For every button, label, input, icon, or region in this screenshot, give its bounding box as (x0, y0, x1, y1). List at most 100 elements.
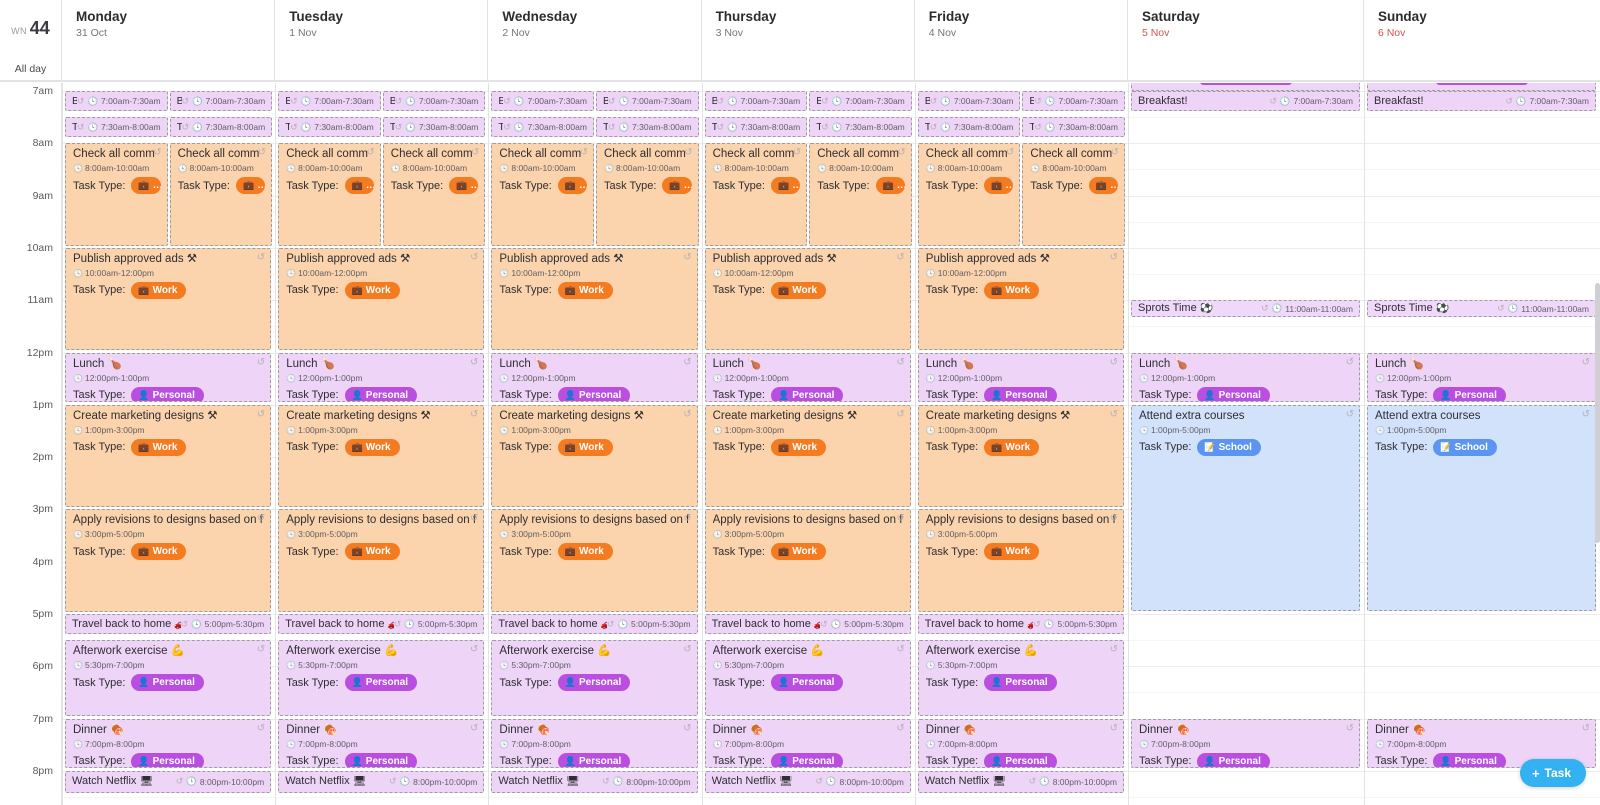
calendar-event[interactable]: ↺Publish approved ads ⚒🕓10:00am-12:00pmT… (705, 248, 911, 351)
recurring-icon[interactable]: ↺ (683, 514, 691, 524)
recurring-icon[interactable]: ↺ (896, 724, 904, 734)
task-type-badge-personal[interactable]: 👤Personal (345, 387, 417, 402)
task-type-badge-personal[interactable]: 👤Personal (1433, 753, 1505, 768)
calendar-event[interactable]: ↺Create marketing designs ⚒🕓1:00pm-3:00p… (491, 405, 697, 508)
calendar-event[interactable]: ↺Dinner 🍖🕓7:00pm-8:00pmTask Type:👤Person… (491, 719, 697, 768)
recurring-icon[interactable]: ↺ (897, 148, 905, 158)
recurring-icon[interactable]: ↺ (896, 514, 904, 524)
task-type-badge-work[interactable]: 💼Work (558, 439, 613, 456)
recurring-icon[interactable]: ↺ (683, 253, 691, 263)
all-day-cell-wednesday[interactable] (488, 56, 701, 82)
task-type-badge-work[interactable]: 💼Work (558, 282, 613, 299)
calendar-event[interactable]: ↺Check all comm🕓8:00am-10:00amTask Type:… (278, 143, 381, 246)
recurring-icon[interactable]: ↺ (683, 358, 691, 368)
calendar-event[interactable]: T↺🕓7:30am-8:00am (170, 117, 273, 137)
recurring-icon[interactable]: ↺ (470, 253, 478, 263)
calendar-event[interactable]: Travel back to home 🚗↺🕓5:00pm-5:30pm (491, 614, 697, 634)
recurring-icon[interactable]: ↺ (1110, 358, 1118, 368)
day-header-wednesday[interactable]: Wednesday2 Nov (488, 0, 701, 56)
calendar-event[interactable]: ↺Check all comm🕓8:00am-10:00amTask Type:… (809, 143, 912, 246)
calendar-event[interactable]: T↺🕓7:30am-8:00am (918, 117, 1021, 137)
calendar-event[interactable]: B↺🕓7:00am-7:30am (491, 91, 594, 111)
day-header-thursday[interactable]: Thursday3 Nov (702, 0, 915, 56)
recurring-icon[interactable]: ↺ (1110, 645, 1118, 655)
recurring-icon[interactable]: ↺ (1110, 724, 1118, 734)
recurring-icon[interactable]: ↺ (1346, 410, 1354, 420)
recurring-icon[interactable]: ↺ (258, 148, 266, 158)
calendar-event[interactable]: ↺Check all comm🕓8:00am-10:00amTask Type:… (1022, 143, 1125, 246)
task-type-badge-personal[interactable]: 👤Personal (558, 753, 630, 768)
calendar-event[interactable]: ↺Publish approved ads ⚒🕓10:00am-12:00pmT… (65, 248, 271, 351)
recurring-icon[interactable]: ↺ (470, 645, 478, 655)
calendar-event-partial[interactable] (1131, 83, 1360, 91)
task-type-badge-personal[interactable]: 👤Personal (984, 387, 1056, 402)
calendar-event[interactable]: ↺Check all comm🕓8:00am-10:00amTask Type:… (705, 143, 808, 246)
recurring-icon[interactable]: ↺ (1346, 724, 1354, 734)
recurring-icon[interactable]: ↺ (1110, 514, 1118, 524)
recurring-icon[interactable]: ↺ (470, 724, 478, 734)
calendar-event[interactable]: T↺🕓7:30am-8:00am (596, 117, 699, 137)
task-type-badge-personal[interactable]: 👤Personal (345, 753, 417, 768)
calendar-event[interactable]: ↺Apply revisions to designs based on f🕓3… (278, 509, 484, 612)
recurring-icon[interactable]: ↺ (683, 410, 691, 420)
calendar-event[interactable]: Breakfast!↺🕓7:00am-7:30am (1367, 91, 1596, 111)
calendar-event[interactable]: Watch Netflix 🖥↺🕓8:00pm-10:00pm (491, 771, 697, 793)
calendar-event[interactable]: ↺Dinner 🍖🕓7:00pm-8:00pmTask Type:👤Person… (918, 719, 1124, 768)
task-type-badge-work[interactable]: 💼… (984, 177, 1013, 194)
calendar-event[interactable]: B↺🕓7:00am-7:30am (278, 91, 381, 111)
recurring-icon[interactable]: ↺ (683, 645, 691, 655)
task-type-badge-personal[interactable]: 👤Personal (1197, 753, 1269, 768)
calendar-event[interactable]: Sprots Time ⚽↺🕓11:00am-11:00am (1131, 300, 1360, 317)
recurring-icon[interactable]: ↺ (257, 253, 265, 263)
recurring-icon[interactable]: ↺ (1006, 148, 1014, 158)
recurring-icon[interactable]: ↺ (1110, 410, 1118, 420)
task-type-badge-work[interactable]: 💼Work (131, 543, 186, 560)
recurring-icon[interactable]: ↺ (684, 148, 692, 158)
calendar-event[interactable]: B↺🕓7:00am-7:30am (170, 91, 273, 111)
calendar-event[interactable]: ↺Check all comm🕓8:00am-10:00amTask Type:… (918, 143, 1021, 246)
calendar-event[interactable]: T↺🕓7:30am-8:00am (383, 117, 486, 137)
task-type-badge-work[interactable]: 💼Work (345, 282, 400, 299)
calendar-event[interactable]: B↺🕓7:00am-7:30am (1022, 91, 1125, 111)
task-type-badge-work[interactable]: 💼… (449, 177, 478, 194)
day-header-tuesday[interactable]: Tuesday1 Nov (275, 0, 488, 56)
recurring-icon[interactable]: ↺ (1111, 148, 1119, 158)
calendar-event[interactable]: ↺Afterwork exercise 💪🕓5:30pm-7:00pmTask … (491, 640, 697, 715)
recurring-icon[interactable]: ↺ (580, 148, 588, 158)
calendar-event[interactable]: Travel back to home 🚗↺🕓5:00pm-5:30pm (278, 614, 484, 634)
task-type-badge-personal[interactable]: 👤Personal (131, 753, 203, 768)
calendar-event-partial[interactable] (1367, 83, 1596, 91)
all-day-cell-friday[interactable] (915, 56, 1128, 82)
calendar-event[interactable]: ↺Check all comm🕓8:00am-10:00amTask Type:… (383, 143, 486, 246)
recurring-icon[interactable]: ↺ (896, 645, 904, 655)
day-header-sunday[interactable]: Sunday6 Nov (1364, 0, 1600, 56)
all-day-cell-thursday[interactable] (702, 56, 915, 82)
task-type-badge-work[interactable]: 💼Work (771, 543, 826, 560)
calendar-event[interactable]: Breakfast!↺🕓7:00am-7:30am (1131, 91, 1360, 111)
task-type-badge-personal[interactable]: 👤Personal (558, 674, 630, 691)
recurring-icon[interactable]: ↺ (793, 148, 801, 158)
task-type-badge-work[interactable]: 💼Work (131, 439, 186, 456)
recurring-icon[interactable]: ↺ (1582, 724, 1590, 734)
calendar-event[interactable]: ↺Check all comm🕓8:00am-10:00amTask Type:… (596, 143, 699, 246)
task-type-badge-personal[interactable]: 👤Personal (984, 674, 1056, 691)
calendar-event[interactable]: ↺Check all comm🕓8:00am-10:00amTask Type:… (491, 143, 594, 246)
calendar-event[interactable]: T↺🕓7:30am-8:00am (65, 117, 168, 137)
recurring-icon[interactable]: ↺ (896, 358, 904, 368)
scrollbar-thumb[interactable] (1595, 283, 1600, 543)
recurring-icon[interactable]: ↺ (257, 358, 265, 368)
calendar-event[interactable]: T↺🕓7:30am-8:00am (491, 117, 594, 137)
calendar-event[interactable]: ↺Dinner 🍖🕓7:00pm-8:00pmTask Type:👤Person… (278, 719, 484, 768)
calendar-event[interactable]: T↺🕓7:30am-8:00am (705, 117, 808, 137)
calendar-event[interactable]: B↺🕓7:00am-7:30am (596, 91, 699, 111)
recurring-icon[interactable]: ↺ (1346, 358, 1354, 368)
calendar-event[interactable]: Watch Netflix 🖥↺🕓8:00pm-10:00pm (918, 771, 1124, 793)
task-type-badge-work[interactable]: 💼… (771, 177, 800, 194)
task-type-badge-work[interactable]: 💼… (662, 177, 691, 194)
add-task-button[interactable]: + Task (1520, 759, 1586, 787)
calendar-event[interactable]: ↺Afterwork exercise 💪🕓5:30pm-7:00pmTask … (705, 640, 911, 715)
calendar-event[interactable]: ↺Dinner 🍖🕓7:00pm-8:00pmTask Type:👤Person… (705, 719, 911, 768)
task-type-badge-work[interactable]: 💼… (1089, 177, 1118, 194)
recurring-icon[interactable]: ↺ (1582, 358, 1590, 368)
recurring-icon[interactable]: ↺ (896, 410, 904, 420)
